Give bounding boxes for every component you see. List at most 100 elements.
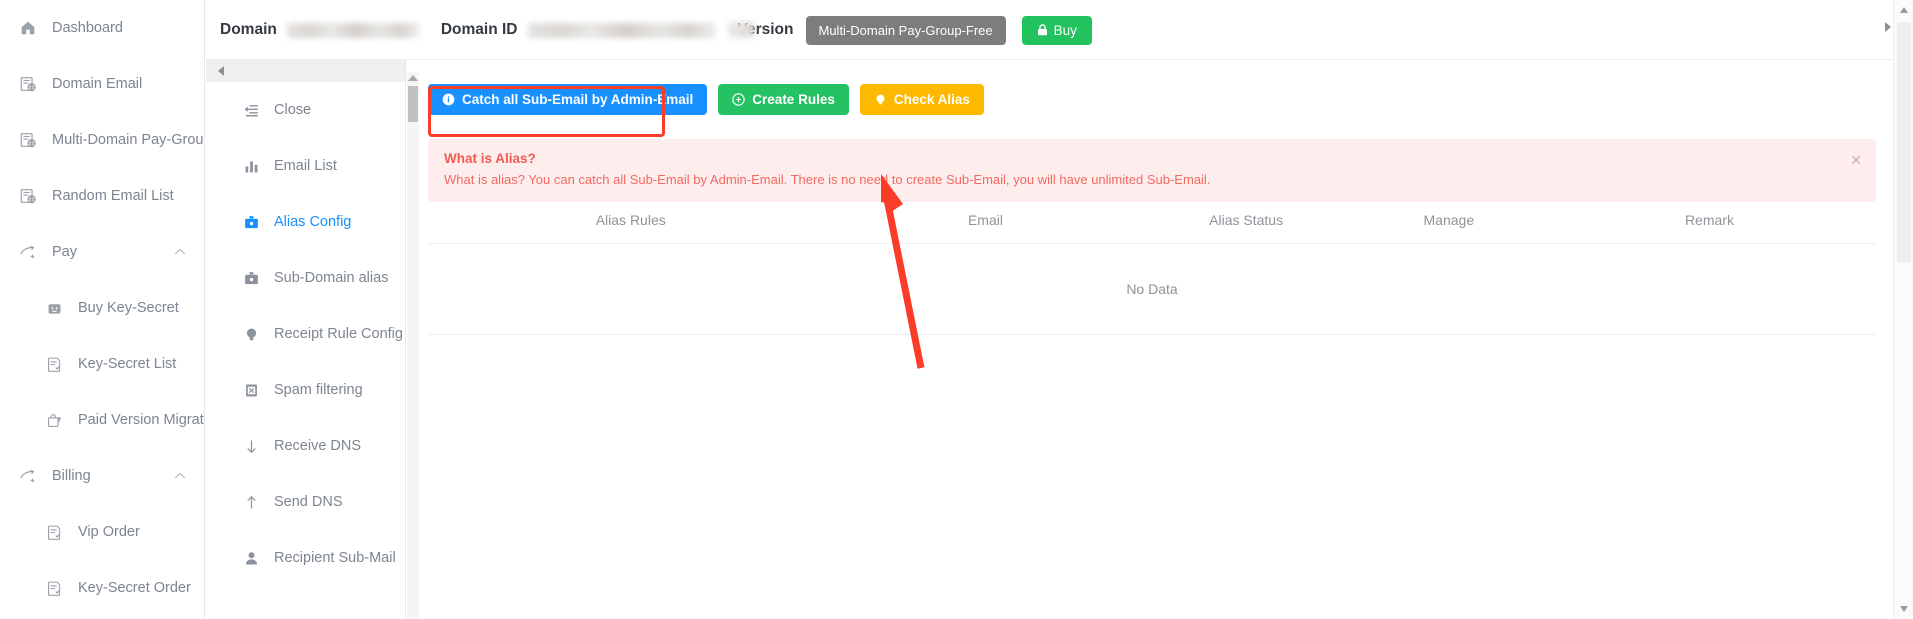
sidebar-item-domain-email[interactable]: Domain Email — [0, 56, 204, 112]
table-column-header: Alias Rules — [595, 212, 666, 228]
check-alias-button[interactable]: Check Alias — [859, 84, 984, 115]
domain-value-redacted — [286, 22, 419, 38]
submenu-item-label: Recipient Sub-Mail — [274, 550, 396, 566]
submenu-item-label: Receive DNS — [274, 438, 362, 454]
submenu-item-spam-filtering[interactable]: Spam filtering — [206, 362, 405, 418]
sidebar-item-label: Buy Key-Secret — [78, 300, 179, 316]
alias-info-alert: What is Alias? What is alias? You can ca… — [428, 139, 1876, 202]
close-list-icon — [242, 101, 260, 119]
page-root: Dashboard Domain Email Multi-Domain Pay-Gr… — [0, 0, 1913, 619]
scroll-up-icon[interactable] — [408, 75, 418, 81]
submenu-item-label: Close — [274, 102, 312, 118]
info-circle-icon — [442, 93, 455, 106]
buy-button-label: Buy — [1053, 22, 1077, 38]
catch-all-sub-email-label: Catch all Sub-Email by Admin-Email — [462, 92, 694, 107]
sidebar-item-key-secret-list[interactable]: Key-Secret List — [0, 336, 204, 392]
sidebar-item-label: Vip Order — [78, 524, 140, 540]
version-badge[interactable]: Multi-Domain Pay-Group-Free — [805, 15, 1006, 45]
buy-key-icon — [44, 298, 64, 318]
catch-all-sub-email-button[interactable]: Catch all Sub-Email by Admin-Email — [428, 84, 708, 115]
sidebar-item-label: Pay — [52, 244, 77, 260]
submenu-item-recipient-sub-mail[interactable]: Recipient Sub-Mail — [206, 530, 405, 586]
buy-button[interactable]: Buy — [1021, 15, 1092, 45]
sidebar-item-buy-key-secret[interactable]: Buy Key-Secret — [0, 280, 204, 336]
page-vertical-scrollbar[interactable] — [1893, 0, 1913, 619]
spam-icon — [242, 381, 260, 399]
scroll-down-icon[interactable] — [1900, 606, 1908, 612]
table-column-header: Alias Status — [1209, 212, 1284, 228]
sidebar-item-key-secret-order[interactable]: Key-Secret Order — [0, 560, 204, 616]
version-label-redaction — [727, 22, 754, 38]
version-label: Version — [727, 21, 794, 39]
panel-expand-icon[interactable] — [1885, 22, 1891, 32]
domain-header-bar: Domain Domain ID Version Multi-Domain Pa… — [206, 0, 1893, 60]
submenu-item-label: Sub-Domain alias — [274, 270, 389, 286]
alias-table: Alias Rules Email Alias Status Manage Remark… — [428, 197, 1876, 335]
briefcase-icon — [242, 269, 260, 287]
content-vertical-scrollbar[interactable] — [407, 72, 419, 619]
submenu-item-close[interactable]: Close — [206, 82, 405, 138]
secondary-menu: Close Email List Alias Config Sub-Domain al… — [206, 0, 406, 619]
sidebar-item-multi-domain-pay-group[interactable]: Multi-Domain Pay-Group — [0, 112, 204, 168]
chevron-up-icon[interactable] — [174, 472, 186, 480]
primary-sidebar: Dashboard Domain Email Multi-Domain Pay-Gr… — [0, 0, 205, 619]
bulb-icon — [874, 93, 887, 106]
list-icon — [44, 354, 64, 374]
sidebar-item-vip-order[interactable]: Vip Order — [0, 504, 204, 560]
submenu-item-send-dns[interactable]: Send DNS — [206, 474, 405, 530]
sidebar-item-dashboard[interactable]: Dashboard — [0, 0, 204, 56]
chevron-up-icon[interactable] — [174, 248, 186, 256]
migration-icon — [44, 410, 64, 430]
action-toolbar: Catch all Sub-Email by Admin-Email Creat… — [428, 84, 984, 137]
close-icon[interactable]: ✕ — [1850, 153, 1862, 167]
table-header-row: Alias Rules Email Alias Status Manage Remark — [428, 197, 1876, 244]
create-rules-label: Create Rules — [752, 92, 835, 107]
create-rules-button[interactable]: Create Rules — [718, 84, 849, 115]
table-empty-state: No Data — [428, 244, 1876, 335]
plus-circle-icon — [732, 93, 746, 106]
sidebar-item-label: Billing — [52, 468, 91, 484]
submenu-item-email-list[interactable]: Email List — [206, 138, 405, 194]
sidebar-item-label: Multi-Domain Pay-Group — [52, 132, 205, 148]
sidebar-item-label: Dashboard — [52, 20, 123, 36]
submenu-item-receipt-rule-config[interactable]: Receipt Rule Config — [206, 306, 405, 362]
domain-email-icon — [18, 130, 38, 150]
table-column-header: Manage — [1423, 212, 1475, 228]
lock-icon — [1037, 24, 1048, 36]
sidebar-item-label: Domain Email — [52, 76, 143, 92]
scrollbar-thumb[interactable] — [408, 86, 418, 122]
user-icon — [242, 549, 260, 567]
list-icon — [44, 578, 64, 598]
submenu-item-receive-dns[interactable]: Receive DNS — [206, 418, 405, 474]
submenu-item-sub-domain-alias[interactable]: Sub-Domain alias — [206, 250, 405, 306]
sidebar-item-billing[interactable]: Billing — [0, 448, 204, 504]
alert-description: What is alias? You can catch all Sub-Ema… — [444, 172, 1211, 187]
bulb-icon — [242, 325, 260, 343]
sidebar-item-pay[interactable]: Pay — [0, 224, 204, 280]
submenu-collapse-bar[interactable] — [206, 60, 405, 82]
sidebar-item-label: Random Email List — [52, 188, 174, 204]
submenu-item-label: Alias Config — [274, 214, 352, 230]
collapse-left-icon[interactable] — [218, 66, 224, 76]
submenu-item-label: Receipt Rule Config — [274, 326, 403, 342]
sidebar-item-label: Key-Secret List — [78, 356, 177, 372]
table-column-header: Email — [967, 212, 1003, 228]
arrow-down-icon — [242, 437, 260, 455]
domain-label: Domain — [220, 21, 277, 38]
scroll-up-icon[interactable] — [1900, 7, 1908, 13]
table-column-header: Remark — [1684, 212, 1734, 228]
home-icon — [18, 18, 38, 38]
check-alias-label: Check Alias — [893, 92, 970, 107]
pay-icon — [18, 242, 38, 262]
briefcase-icon — [242, 213, 260, 231]
domain-email-icon — [18, 74, 38, 94]
page-scrollbar-thumb[interactable] — [1897, 22, 1911, 262]
sidebar-item-label: Paid Version Migration — [78, 412, 204, 428]
pay-icon — [18, 466, 38, 486]
submenu-item-alias-config[interactable]: Alias Config — [206, 194, 405, 250]
submenu-item-label: Send DNS — [274, 494, 343, 510]
sidebar-item-random-email-list[interactable]: Random Email List — [0, 168, 204, 224]
sidebar-item-paid-version-migration[interactable]: Paid Version Migration — [0, 392, 204, 448]
sidebar-item-label: Key-Secret Order — [78, 580, 191, 596]
main-content: Catch all Sub-Email by Admin-Email Creat… — [419, 72, 1893, 619]
